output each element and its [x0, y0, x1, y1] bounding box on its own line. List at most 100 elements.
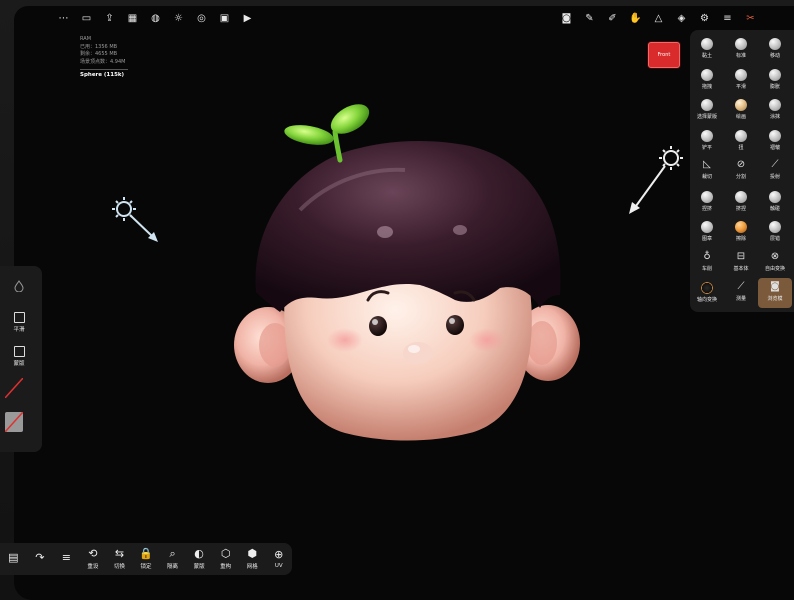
tool-panel: 黏土 标准 移动拖拽 平滑 膨胀选择蒙版 绘画 涂抹铲平 扭 褶皱 ◺ 裁切 ⊘ 分割 ⟋ 投射捏挤 挤捏 触碰… [690, 30, 794, 312]
paint-icon [735, 99, 747, 111]
bottom-mesh-button[interactable]: ⬢ 网格 [239, 544, 266, 574]
sphere-icon[interactable]: ◍ [144, 8, 167, 28]
smooth-label: 平滑 [13, 327, 25, 333]
bottom-book-button[interactable]: ▤ [0, 544, 27, 574]
ram-free: 剩余：4655 MB [80, 51, 118, 57]
target-icon[interactable]: ◎ [190, 8, 213, 28]
left-panel: 平滑 蒙版 [0, 266, 42, 452]
view-icon: ◙ [770, 281, 780, 292]
smooth-icon [735, 68, 747, 81]
smooth-toggle[interactable]: 平滑 [4, 312, 34, 333]
viewport[interactable] [0, 0, 794, 600]
tool-label: 褶皱 [769, 144, 780, 151]
video-icon[interactable]: ▶ [236, 8, 259, 28]
tool-trim[interactable]: ◺ 裁切 [690, 156, 724, 186]
tool-crease[interactable]: 褶皱 [758, 126, 792, 156]
redo-icon: ↷ [35, 551, 45, 564]
nudge-icon [735, 190, 747, 203]
bottom-mask-button[interactable]: ◐ 蒙版 [186, 544, 213, 574]
tool-standard[interactable]: 标准 [724, 34, 758, 64]
tool-move[interactable]: 移动 [758, 34, 792, 64]
tool-free-transform[interactable]: ⊗ 自由变换 [758, 248, 792, 278]
tool-nudge[interactable]: 挤捏 [724, 187, 758, 217]
tool-label: 分割 [735, 174, 746, 180]
gizmo-icon [701, 282, 713, 294]
light-gizmo-left[interactable] [112, 197, 158, 242]
pen-icon[interactable]: ✐ [601, 8, 624, 28]
tool-label: 基本体 [733, 265, 749, 272]
smudge-icon [769, 99, 781, 111]
grid-icon[interactable]: ▦ [121, 8, 144, 28]
scene-icon[interactable]: ⋯ [52, 8, 75, 28]
tool-label: 选择蒙版 [696, 114, 717, 120]
mask-label: 蒙版 [13, 361, 25, 367]
folder-icon[interactable]: ▭ [75, 8, 98, 28]
tool-label: 裁切 [701, 174, 712, 180]
tool-select-mask[interactable]: 选择蒙版 [690, 95, 724, 125]
mask-toggle[interactable]: 蒙版 [4, 346, 34, 367]
settings-icon[interactable]: ⚙ [693, 8, 716, 28]
remesh-icon: ⬡ [220, 547, 231, 560]
book-icon: ▤ [8, 551, 19, 564]
bottom-label: 重构 [220, 564, 232, 570]
tool-view[interactable]: ◙ 浏览模 [758, 278, 792, 308]
tool-smudge[interactable]: 涂抹 [758, 95, 792, 125]
stats-overlay: RAM 已用：1356 MB 剩余：4655 MB 场景顶点数：4.94M Sp… [80, 36, 128, 80]
sun-icon[interactable]: ☼ [167, 8, 190, 28]
flatten-icon [701, 129, 713, 142]
tool-inflate[interactable]: 膨胀 [758, 65, 792, 95]
object-name[interactable]: Sphere (115k) [80, 72, 128, 80]
bottom-reset-button[interactable]: ⟲ 重设 [80, 544, 107, 574]
tool-clay[interactable]: 黏土 [690, 34, 724, 64]
tool-measure[interactable]: ⟋ 测量 [724, 278, 758, 308]
bottom-redo-button[interactable]: ↷ [27, 544, 54, 574]
tool-touch[interactable]: 触碰 [758, 187, 792, 217]
drop-icon[interactable] [4, 280, 34, 292]
brush-icon[interactable]: ✎ [578, 8, 601, 28]
tool-twist[interactable]: 扭 [724, 126, 758, 156]
tool-paint[interactable]: 绘画 [724, 95, 758, 125]
color-swatch-none[interactable] [4, 377, 24, 399]
tool-pinch[interactable]: 捏挤 [690, 187, 724, 217]
select-mask-icon [701, 99, 713, 111]
smooth-checkbox-icon [13, 312, 25, 323]
mask-icon: ◐ [194, 547, 204, 560]
erase-icon [735, 221, 747, 233]
trim-icon: ◺ [703, 159, 711, 170]
tool-project[interactable]: ⟋ 投射 [758, 156, 792, 186]
menu-icon[interactable]: ≡ [716, 8, 739, 28]
tools-icon[interactable]: ✂ [739, 8, 762, 28]
tool-lathe[interactable]: ♁ 车削 [690, 248, 724, 278]
triangle-icon[interactable]: △ [647, 8, 670, 28]
share-icon[interactable]: ⇪ [98, 8, 121, 28]
right-cheek [469, 328, 505, 352]
bottom-menu-button[interactable]: ≡ [53, 544, 80, 574]
front-view-button[interactable]: Front [648, 42, 680, 68]
hand-icon[interactable]: ✋ [624, 8, 647, 28]
bottom-isolate-button[interactable]: ⌕ 隔离 [159, 544, 186, 574]
free-transform-icon: ⊗ [770, 250, 780, 262]
reset-icon: ⟲ [88, 547, 98, 560]
tool-primitive[interactable]: ⊟ 基本体 [724, 248, 758, 278]
bottom-uv-button[interactable]: ⊕ UV [265, 544, 292, 574]
image-icon[interactable]: ▣ [213, 8, 236, 28]
tool-label: 层错 [769, 236, 780, 242]
tool-gizmo[interactable]: 轴向变换 [690, 278, 724, 308]
bottom-toggle-button[interactable]: ⇆ 切换 [106, 544, 133, 574]
bottom-lock-button[interactable]: 🔒 锁定 [133, 544, 160, 574]
move-icon [769, 38, 781, 50]
color-swatch-gray[interactable] [4, 411, 24, 433]
layers-icon[interactable]: ◈ [670, 8, 693, 28]
menu-icon: ≡ [61, 551, 71, 564]
tool-flatten[interactable]: 铲平 [690, 126, 724, 156]
bottom-remesh-button[interactable]: ⬡ 重构 [212, 544, 239, 574]
tool-smooth[interactable]: 平滑 [724, 65, 758, 95]
tool-stamp[interactable]: 图章 [690, 217, 724, 247]
tool-split[interactable]: ⊘ 分割 [724, 156, 758, 186]
tool-label: 捏挤 [701, 205, 712, 212]
tool-layer[interactable]: 层错 [758, 217, 792, 247]
camera-icon[interactable]: ◙ [555, 8, 578, 28]
tool-drag[interactable]: 拖拽 [690, 65, 724, 95]
light-gizmo-right[interactable] [629, 146, 683, 214]
tool-erase[interactable]: 擦除 [724, 217, 758, 247]
